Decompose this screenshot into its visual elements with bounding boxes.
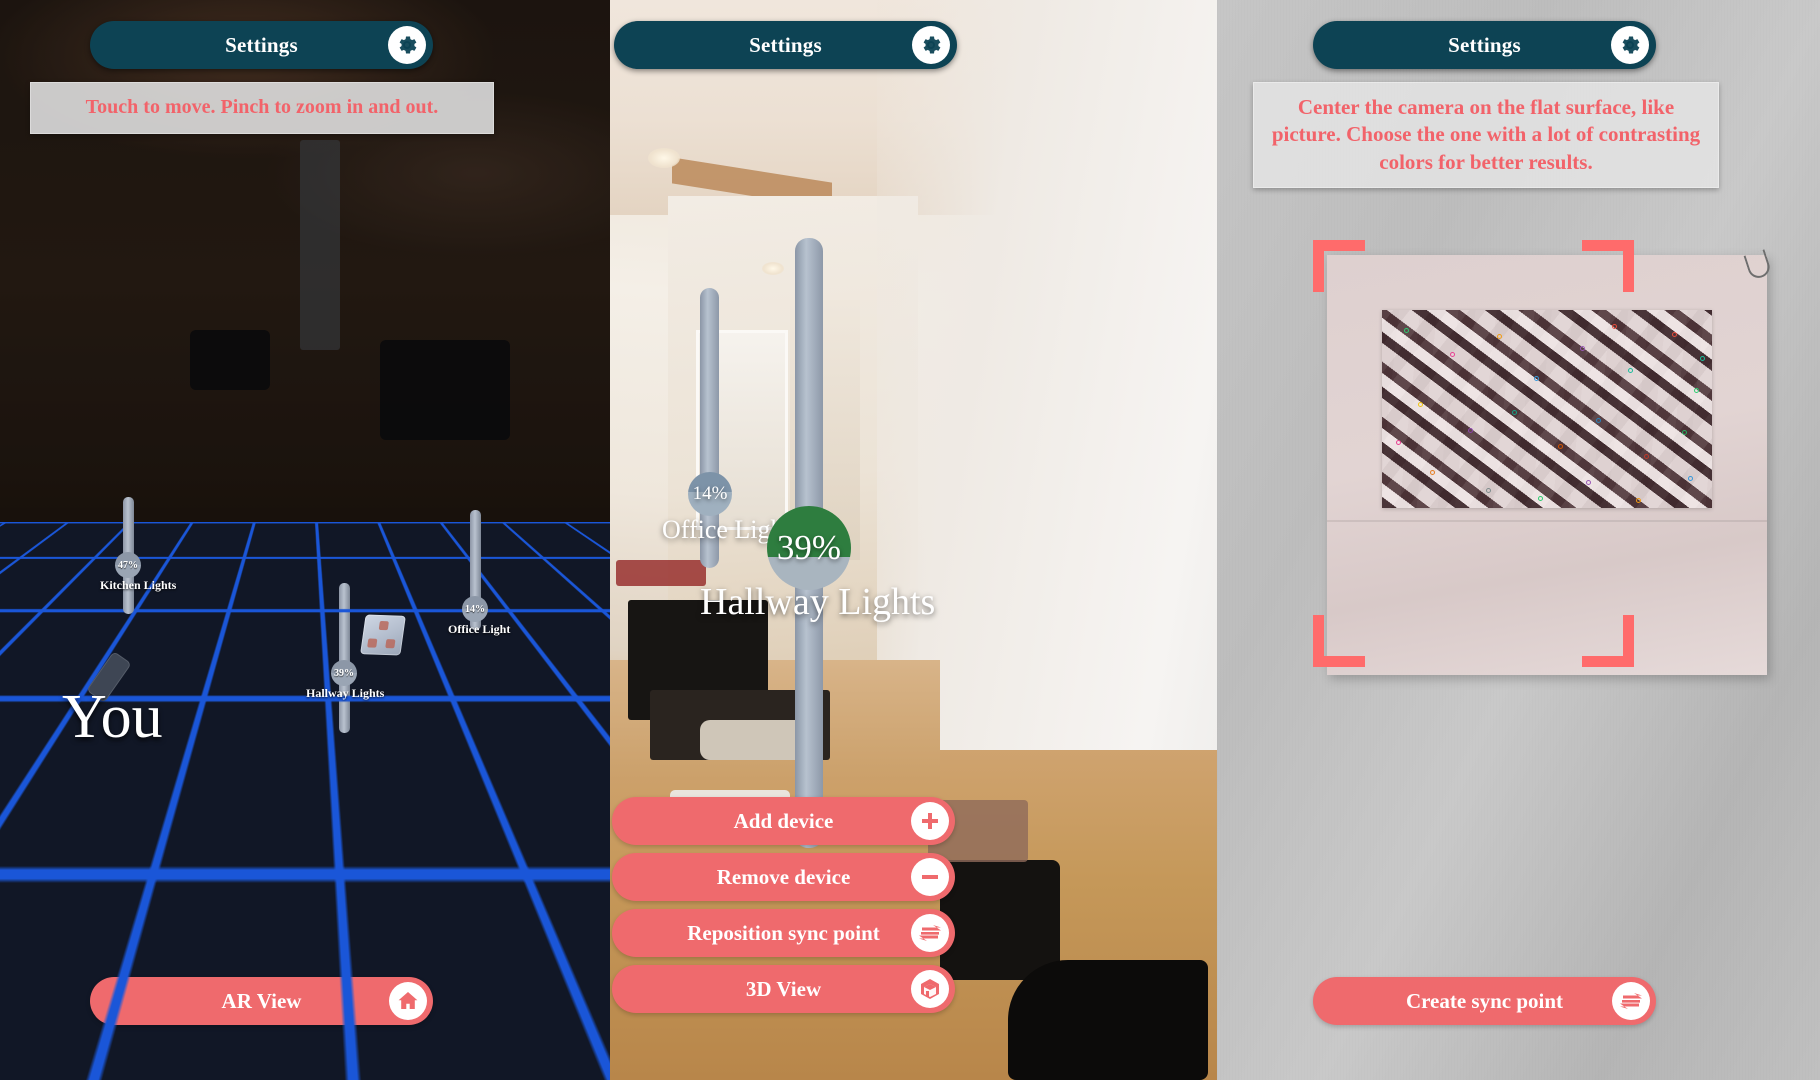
settings-button[interactable]: Settings [90, 21, 433, 69]
panel-3d-view: 47% Kitchen Lights 39% Hallway Lights 14… [0, 0, 610, 1080]
ar-device-brightness-office-light[interactable]: 14% [688, 472, 732, 516]
gear-icon[interactable] [388, 26, 426, 64]
gear-icon[interactable] [1611, 26, 1649, 64]
poster-board [1327, 255, 1767, 675]
poster-fold [1327, 520, 1767, 522]
remove-device-label: Remove device [716, 864, 851, 889]
3d-view-label: 3D View [745, 976, 822, 1001]
scan-corner-bottom-left [1313, 615, 1365, 667]
room-object [380, 340, 510, 440]
device-label-kitchen-lights: Kitchen Lights [100, 578, 177, 592]
remove-device-button[interactable]: Remove device [612, 853, 955, 901]
device-brightness-hallway-lights[interactable]: 39% [331, 660, 357, 686]
plus-icon[interactable] [911, 802, 949, 840]
device-brightness-office-light[interactable]: 14% [462, 596, 488, 622]
three-panel-screenshot: 47% Kitchen Lights 39% Hallway Lights 14… [0, 0, 1820, 1080]
cube-icon[interactable] [911, 970, 949, 1008]
settings-label: Settings [1448, 32, 1521, 57]
floor-clutter [616, 560, 706, 586]
minus-icon[interactable] [911, 858, 949, 896]
floor-clutter [940, 860, 1060, 980]
settings-label: Settings [749, 32, 822, 57]
ar-device-label-hallway-lights: Hallway Lights [700, 581, 936, 623]
3d-view-button[interactable]: 3D View [612, 965, 955, 1013]
home-icon[interactable] [389, 982, 427, 1020]
device-label-office-light: Office Light [448, 622, 511, 636]
device-value: 14% [465, 603, 485, 615]
scan-corner-bottom-right [1582, 615, 1634, 667]
create-sync-point-label: Create sync point [1405, 988, 1564, 1013]
gear-icon[interactable] [912, 26, 950, 64]
room-object [300, 140, 340, 350]
device-value: 14% [692, 483, 728, 504]
panel-create-sync-point: Settings Center the camera on the flat s… [1217, 0, 1820, 1080]
framed-artwork [1382, 310, 1712, 508]
panel-ar-view: SmartARHome SmartARHome 14% Office Light… [610, 0, 1217, 1080]
recessed-light [648, 148, 680, 168]
hint-banner: Touch to move. Pinch to zoom in and out. [30, 82, 494, 134]
device-label-hallway-lights: Hallway Lights [306, 686, 385, 700]
floor-clutter [700, 720, 810, 760]
ar-view-label: AR View [221, 988, 302, 1013]
reposition-sync-point-label: Reposition sync point [687, 920, 880, 945]
room-object [190, 330, 270, 390]
device-value: 39% [334, 667, 354, 679]
device-pole-hallway-lights[interactable] [339, 583, 350, 733]
floor-clutter [1008, 960, 1208, 1080]
recessed-light [762, 262, 784, 275]
scan-corner-top-right [1582, 240, 1634, 292]
device-brightness-kitchen-lights[interactable]: 47% [115, 552, 141, 578]
settings-label: Settings [225, 32, 298, 57]
reposition-sync-point-button[interactable]: Reposition sync point [612, 909, 955, 957]
settings-button[interactable]: Settings [614, 21, 957, 69]
you-marker-label: You [62, 683, 163, 751]
device-value: 39% [776, 528, 842, 567]
device-value: 47% [118, 559, 138, 571]
swap-arrows-icon[interactable] [911, 914, 949, 952]
sync-point-cube[interactable] [360, 614, 406, 656]
hint-banner: Center the camera on the flat surface, l… [1253, 82, 1719, 188]
swap-arrows-icon[interactable] [1612, 982, 1650, 1020]
settings-button[interactable]: Settings [1313, 21, 1656, 69]
add-device-button[interactable]: Add device [612, 797, 955, 845]
scan-corner-top-left [1313, 240, 1365, 292]
create-sync-point-button[interactable]: Create sync point [1313, 977, 1656, 1025]
ar-view-button[interactable]: AR View [90, 977, 433, 1025]
ar-device-brightness-hallway-lights[interactable]: 39% [767, 506, 851, 590]
add-device-label: Add device [733, 808, 834, 833]
